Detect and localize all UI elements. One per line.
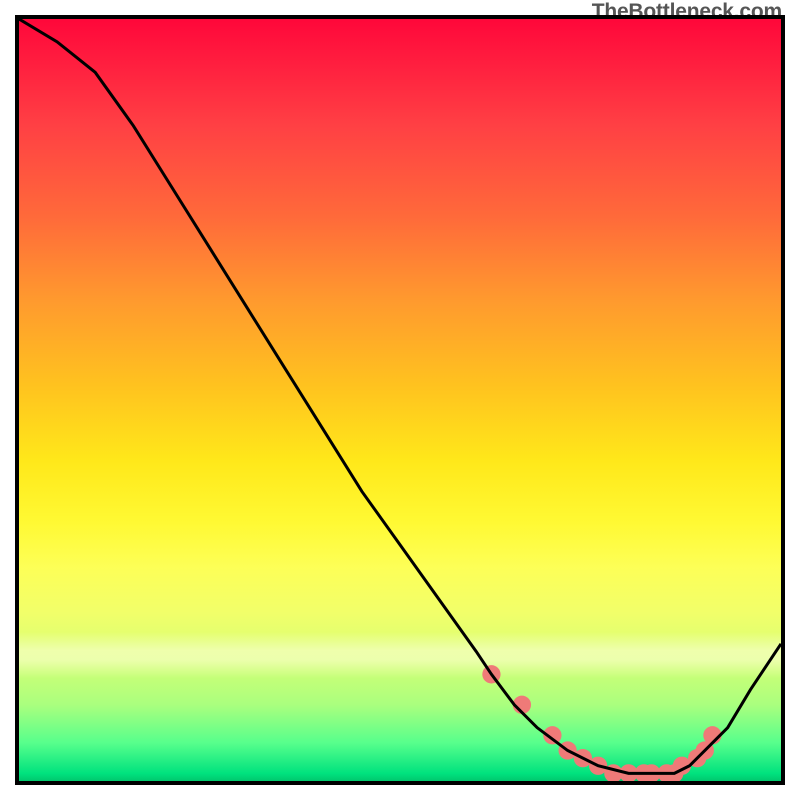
chart-container: TheBottleneck.com (0, 0, 800, 800)
bottleneck-curve (19, 19, 781, 773)
plot-area (15, 15, 785, 785)
optimal-markers (482, 665, 721, 781)
chart-svg (19, 19, 781, 781)
